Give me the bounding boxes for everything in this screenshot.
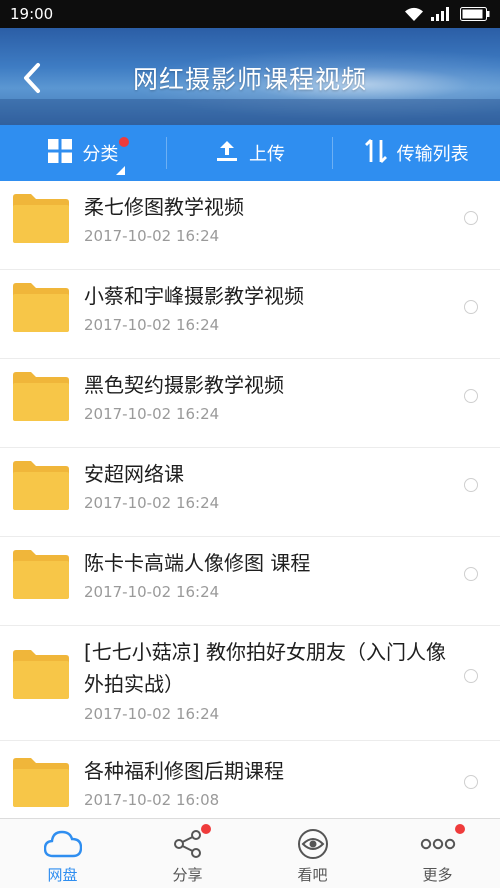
header-wave bbox=[0, 99, 500, 125]
status-icons bbox=[404, 7, 490, 22]
folder-row[interactable]: 安超网络课 2017-10-02 16:24 bbox=[0, 448, 500, 537]
category-notification-dot bbox=[119, 137, 129, 147]
tab-label: 更多 bbox=[422, 866, 453, 884]
file-list: 柔七修图教学视频 2017-10-02 16:24 小蔡和宇峰摄影教学视频 20… bbox=[0, 181, 500, 818]
status-time: 19:00 bbox=[10, 5, 54, 23]
category-label: 分类 bbox=[82, 144, 119, 165]
folder-row[interactable]: 黑色契约摄影教学视频 2017-10-02 16:24 bbox=[0, 359, 500, 448]
folder-date: 2017-10-02 16:24 bbox=[84, 316, 220, 334]
folder-name: 小蔡和宇峰摄影教学视频 bbox=[84, 284, 304, 308]
folder-name: 黑色契约摄影教学视频 bbox=[84, 373, 284, 397]
tab-label: 看吧 bbox=[297, 866, 328, 884]
folder-icon bbox=[13, 282, 69, 332]
folder-date: 2017-10-02 16:08 bbox=[84, 791, 220, 809]
select-radio[interactable] bbox=[464, 478, 478, 492]
folder-icon bbox=[13, 649, 69, 699]
select-radio[interactable] bbox=[464, 300, 478, 314]
folder-icon bbox=[13, 549, 69, 599]
folder-icon bbox=[13, 757, 69, 807]
folder-date: 2017-10-02 16:24 bbox=[84, 494, 220, 512]
upload-label: 上传 bbox=[249, 144, 285, 165]
transfer-list-label: 传输列表 bbox=[396, 144, 469, 165]
folder-name: 安超网络课 bbox=[84, 462, 184, 486]
folder-name: 陈卡卡高端人像修图 课程 bbox=[84, 551, 311, 575]
folder-date: 2017-10-02 16:24 bbox=[84, 583, 220, 601]
select-radio[interactable] bbox=[464, 567, 478, 581]
folder-icon bbox=[13, 193, 69, 243]
share-notification-dot bbox=[201, 824, 211, 834]
page-title: 网红摄影师课程视频 bbox=[132, 65, 367, 94]
signal-icon bbox=[431, 7, 453, 21]
select-radio[interactable] bbox=[464, 775, 478, 789]
folder-date: 2017-10-02 16:24 bbox=[84, 227, 220, 245]
eye-icon bbox=[297, 827, 329, 861]
grid-icon bbox=[48, 138, 73, 168]
folder-name: [七七小菇凉] 教你拍好女朋友（入门人像外拍实战） bbox=[84, 640, 446, 696]
more-icon bbox=[420, 827, 456, 861]
tab-more[interactable]: 更多 bbox=[375, 819, 500, 888]
folder-icon bbox=[13, 460, 69, 510]
toolbar: 分类 上传 传输列表 bbox=[0, 125, 500, 181]
folder-icon bbox=[13, 371, 69, 421]
select-radio[interactable] bbox=[464, 211, 478, 225]
folder-row[interactable]: 小蔡和宇峰摄影教学视频 2017-10-02 16:24 bbox=[0, 270, 500, 359]
more-notification-dot bbox=[455, 824, 465, 834]
battery-icon bbox=[460, 7, 490, 21]
select-radio[interactable] bbox=[464, 669, 478, 683]
upload-icon bbox=[215, 139, 239, 168]
folder-date: 2017-10-02 16:24 bbox=[84, 705, 220, 723]
tab-netdisk[interactable]: 网盘 bbox=[0, 819, 125, 888]
folder-row[interactable]: 陈卡卡高端人像修图 课程 2017-10-02 16:24 bbox=[0, 537, 500, 626]
folder-name: 各种福利修图后期课程 bbox=[84, 759, 284, 783]
share-icon bbox=[173, 827, 203, 861]
select-radio[interactable] bbox=[464, 389, 478, 403]
tab-label: 分享 bbox=[172, 866, 203, 884]
cloud-icon bbox=[43, 827, 82, 861]
transfer-list-button[interactable]: 传输列表 bbox=[333, 125, 500, 181]
wifi-icon bbox=[404, 7, 424, 22]
category-button[interactable]: 分类 bbox=[0, 125, 167, 181]
tab-label: 网盘 bbox=[47, 866, 78, 884]
transfer-icon bbox=[364, 138, 387, 169]
status-bar: 19:00 bbox=[0, 0, 500, 28]
folder-row[interactable]: [七七小菇凉] 教你拍好女朋友（入门人像外拍实战） 2017-10-02 16:… bbox=[0, 626, 500, 741]
folder-name: 柔七修图教学视频 bbox=[84, 195, 244, 219]
tab-watch[interactable]: 看吧 bbox=[250, 819, 375, 888]
header-banner: 网红摄影师课程视频 bbox=[0, 28, 500, 125]
folder-row[interactable]: 柔七修图教学视频 2017-10-02 16:24 bbox=[0, 181, 500, 270]
upload-button[interactable]: 上传 bbox=[167, 125, 334, 181]
corner-triangle-icon bbox=[116, 159, 125, 180]
folder-row[interactable]: 各种福利修图后期课程 2017-10-02 16:08 bbox=[0, 741, 500, 818]
tab-share[interactable]: 分享 bbox=[125, 819, 250, 888]
folder-date: 2017-10-02 16:24 bbox=[84, 405, 220, 423]
bottom-tab-bar: 网盘 分享 看吧 更多 bbox=[0, 818, 500, 888]
